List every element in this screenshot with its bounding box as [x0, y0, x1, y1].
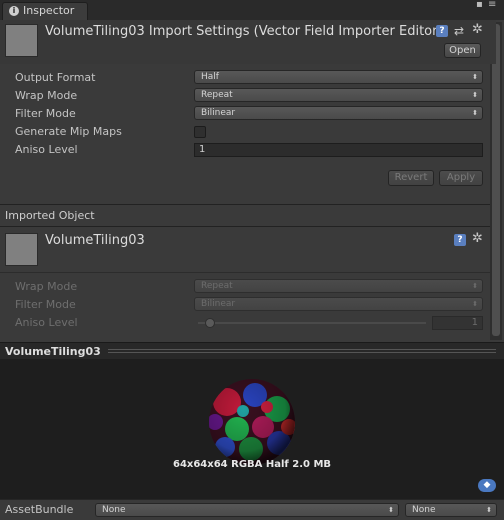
object-title: VolumeTiling03	[45, 233, 145, 248]
asset-bundle-bar: AssetBundle None ⬍ None ⬍	[0, 499, 504, 520]
window-menu-icon[interactable]: ≡	[488, 0, 496, 10]
mipmaps-label: Generate Mip Maps	[15, 125, 122, 138]
help-icon[interactable]: ?	[436, 25, 448, 37]
filter-mode-dropdown[interactable]: Bilinear ⬍	[194, 106, 483, 120]
filter-mode-label-disabled: Filter Mode	[15, 298, 76, 311]
preview-info-text: 64x64x64 RGBA Half 2.0 MB	[172, 459, 332, 470]
preview-title: VolumeTiling03	[5, 345, 101, 358]
open-button[interactable]: Open	[444, 43, 481, 58]
mipmaps-checkbox[interactable]	[194, 126, 206, 138]
filter-mode-label: Filter Mode	[15, 107, 76, 120]
drag-handle-line	[108, 352, 496, 353]
object-thumbnail	[5, 233, 38, 266]
inspector-tab-bar: i Inspector ▪ ≡	[0, 0, 504, 20]
output-format-value: Half	[201, 72, 219, 82]
dropdown-arrow-icon: ⬍	[388, 506, 394, 514]
asset-bundle-label: AssetBundle	[5, 503, 74, 516]
asset-bundle-variant-value: None	[412, 505, 436, 515]
aniso-level-field[interactable]: 1	[194, 143, 483, 157]
aniso-level-field-disabled: 1	[432, 316, 483, 330]
inspector-scrollbar[interactable]	[490, 22, 502, 340]
inspector-tab-label: Inspector	[23, 4, 75, 17]
drag-handle-line	[108, 349, 496, 350]
wrap-mode-label-disabled: Wrap Mode	[15, 280, 78, 293]
scrollbar-thumb[interactable]	[492, 24, 500, 336]
wrap-mode-dropdown[interactable]: Repeat ⬍	[194, 88, 483, 102]
filter-mode-value: Bilinear	[201, 108, 236, 118]
section-divider	[0, 204, 490, 205]
dropdown-arrow-icon: ⬍	[472, 109, 478, 117]
preset-icon[interactable]: ⇄	[454, 25, 464, 37]
section-divider	[0, 226, 490, 227]
filter-mode-value-disabled: Bilinear	[201, 299, 236, 309]
dropdown-arrow-icon: ⬍	[472, 282, 478, 290]
preview-area[interactable]: 64x64x64 RGBA Half 2.0 MB ◆	[0, 359, 504, 499]
gear-icon[interactable]: ✲	[472, 23, 483, 36]
output-format-label: Output Format	[15, 71, 96, 84]
wrap-mode-value: Repeat	[201, 90, 233, 100]
asset-bundle-value: None	[102, 505, 126, 515]
dropdown-arrow-icon: ⬍	[486, 506, 492, 514]
gear-icon[interactable]: ✲	[472, 232, 483, 245]
importer-header: VolumeTiling03 Import Settings (Vector F…	[0, 20, 496, 64]
asset-label-icon[interactable]: ◆	[478, 479, 496, 492]
apply-button[interactable]: Apply	[439, 170, 483, 186]
filter-mode-dropdown-disabled: Bilinear ⬍	[194, 297, 483, 311]
aniso-slider-track	[198, 322, 426, 324]
wrap-mode-value-disabled: Repeat	[201, 281, 233, 291]
info-icon: i	[9, 6, 19, 16]
volume-sphere-preview[interactable]	[207, 377, 297, 467]
wrap-mode-dropdown-disabled: Repeat ⬍	[194, 279, 483, 293]
inspector-tab[interactable]: i Inspector	[2, 2, 88, 20]
aniso-slider-handle	[205, 318, 215, 328]
asset-thumbnail	[5, 24, 38, 57]
lock-icon[interactable]: ▪	[476, 0, 483, 10]
imported-object-heading: Imported Object	[5, 209, 95, 222]
section-divider	[0, 272, 490, 273]
output-format-dropdown[interactable]: Half ⬍	[194, 70, 483, 84]
wrap-mode-label: Wrap Mode	[15, 89, 78, 102]
asset-bundle-dropdown[interactable]: None ⬍	[95, 503, 399, 517]
dropdown-arrow-icon: ⬍	[472, 91, 478, 99]
dropdown-arrow-icon: ⬍	[472, 300, 478, 308]
aniso-level-label-disabled: Aniso Level	[15, 316, 78, 329]
aniso-level-label: Aniso Level	[15, 143, 78, 156]
asset-bundle-variant-dropdown[interactable]: None ⬍	[405, 503, 497, 517]
revert-button[interactable]: Revert	[388, 170, 434, 186]
help-icon[interactable]: ?	[454, 234, 466, 246]
dropdown-arrow-icon: ⬍	[472, 73, 478, 81]
importer-title: VolumeTiling03 Import Settings (Vector F…	[45, 24, 443, 39]
preview-header[interactable]: VolumeTiling03	[0, 342, 504, 360]
